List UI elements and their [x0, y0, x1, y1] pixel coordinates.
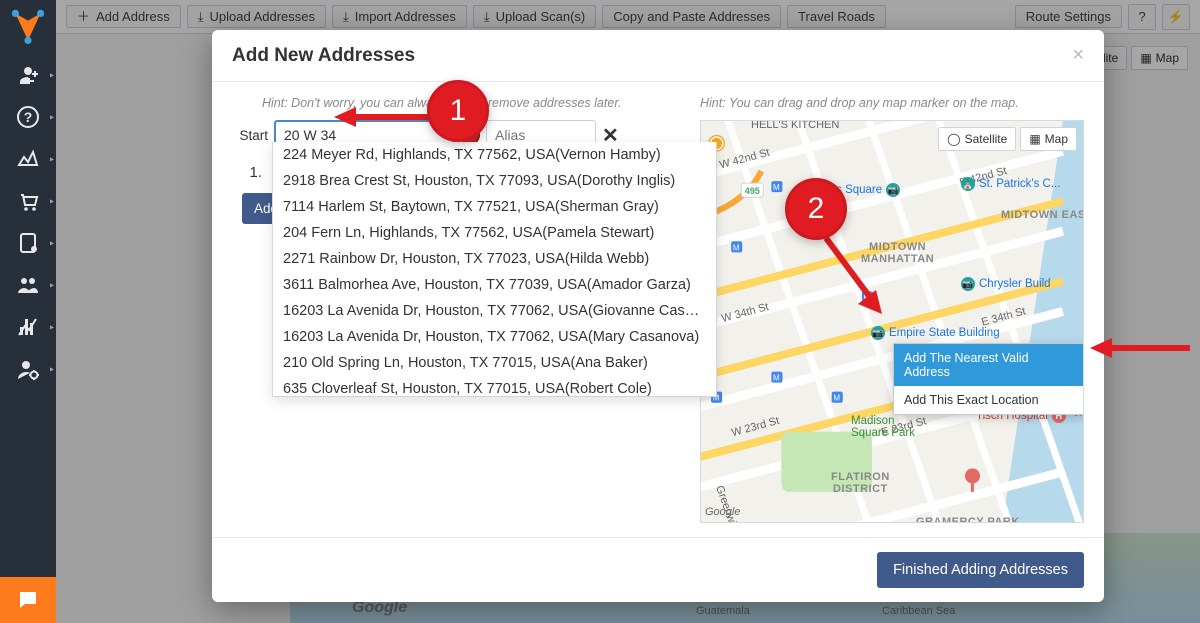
sidebar: ▸ ?▸ ▸ ▸ ▸ ▸ ▸ ▸ [0, 0, 56, 623]
row-index: 1. [232, 164, 262, 181]
address-suggestions-dropdown: 224 Meyer Rd, Highlands, TX 77562, USA(V… [272, 142, 717, 397]
map-context-menu: Add The Nearest Valid Address Add This E… [893, 343, 1084, 415]
start-label: Start [232, 128, 268, 143]
sidebar-item-settings-user[interactable]: ▸ [0, 348, 56, 390]
svg-text:M: M [733, 243, 740, 252]
ctx-add-exact[interactable]: Add This Exact Location [894, 386, 1084, 414]
poi-empire-state: 📷Empire State Building [871, 326, 1000, 340]
poi-chrysler: 📷Chrysler Build [961, 277, 1051, 291]
suggestion-item[interactable]: 204 Fern Ln, Highlands, TX 77562, USA(Pa… [273, 220, 716, 246]
svg-text:M: M [773, 183, 780, 192]
modal-body: Hint: Don't worry, you can always add or… [212, 82, 1104, 537]
svg-text:495: 495 [745, 186, 760, 196]
sidebar-item-analytics[interactable]: ▸ [0, 306, 56, 348]
sidebar-item-addressbook[interactable]: ▸ [0, 222, 56, 264]
main-area: ＋Add Address ⤓Upload Addresses ⤓Import A… [56, 0, 1200, 623]
sidebar-item-add-user[interactable]: ▸ [0, 54, 56, 96]
close-icon[interactable]: × [1072, 44, 1084, 67]
suggestion-item[interactable]: 2918 Brea Crest St, Houston, TX 77093, U… [273, 168, 716, 194]
google-attribution-small: Google [705, 506, 740, 518]
app-logo [8, 6, 48, 46]
poi-st-patricks: ⛪St. Patrick's C... [961, 177, 1060, 191]
suggestion-item[interactable]: 3611 Balmorhea Ave, Houston, TX 77039, U… [273, 272, 716, 298]
arrow-step-2 [820, 234, 890, 324]
modal-header: Add New Addresses × [212, 30, 1104, 82]
modal-title: Add New Addresses [232, 45, 415, 67]
hells-kitchen-label: HELL'S KITCHEN [751, 120, 839, 131]
suggestion-item[interactable]: 16203 La Avenida Dr, Houston, TX 77062, … [273, 298, 716, 324]
sidebar-item-team[interactable]: ▸ [0, 264, 56, 306]
satellite-button[interactable]: ◯Satellite [938, 127, 1016, 151]
right-pane: Hint: You can drag and drop any map mark… [700, 96, 1084, 523]
add-addresses-modal: Add New Addresses × Hint: Don't worry, y… [212, 30, 1104, 602]
suggestion-item[interactable]: 2271 Rainbow Dr, Houston, TX 77023, USA(… [273, 246, 716, 272]
ctx-add-nearest[interactable]: Add The Nearest Valid Address [894, 344, 1084, 386]
flatiron-label: FLATIRON DISTRICT [831, 471, 890, 495]
callout-step-2: 2 [785, 178, 847, 240]
left-pane: Hint: Don't worry, you can always add or… [232, 96, 682, 523]
chat-button[interactable] [0, 577, 56, 623]
hint-right: Hint: You can drag and drop any map mark… [700, 96, 1084, 110]
map-button[interactable]: ▦Map [1020, 127, 1077, 151]
suggestion-item[interactable]: 210 Old Spring Ln, Houston, TX 77015, US… [273, 350, 716, 376]
svg-text:M: M [773, 374, 780, 383]
map-type-controls: ◯Satellite ▦Map [938, 127, 1077, 151]
sidebar-item-orders[interactable]: ▸ [0, 180, 56, 222]
suggestion-item[interactable]: 16203 La Avenida Dr, Houston, TX 77062, … [273, 324, 716, 350]
arrow-external [1090, 336, 1190, 360]
suggestion-item[interactable]: 224 Meyer Rd, Highlands, TX 77562, USA(V… [273, 142, 716, 168]
finished-adding-button[interactable]: Finished Adding Addresses [877, 552, 1084, 588]
midtown-east-label: MIDTOWN EAS [1001, 209, 1084, 221]
map-canvas: 495 M M M M M M [701, 121, 1083, 522]
callout-step-1: 1 [427, 80, 489, 142]
suggestion-item[interactable]: 635 Cloverleaf St, Houston, TX 77015, US… [273, 376, 716, 397]
arrow-step-1 [334, 105, 434, 129]
suggestion-item[interactable]: 7114 Harlem St, Baytown, TX 77521, USA(S… [273, 194, 716, 220]
modal-footer: Finished Adding Addresses [212, 537, 1104, 602]
poi-madison-square: Madison Square Park [851, 415, 915, 439]
sidebar-item-routes[interactable]: ▸ [0, 138, 56, 180]
sidebar-item-help[interactable]: ?▸ [0, 96, 56, 138]
svg-text:?: ? [24, 109, 33, 125]
gramercy-label: GRAMERCY PARK [916, 516, 1020, 523]
svg-text:M: M [833, 394, 840, 403]
mini-map[interactable]: ◉ ◯Satellite ▦Map [700, 120, 1084, 523]
